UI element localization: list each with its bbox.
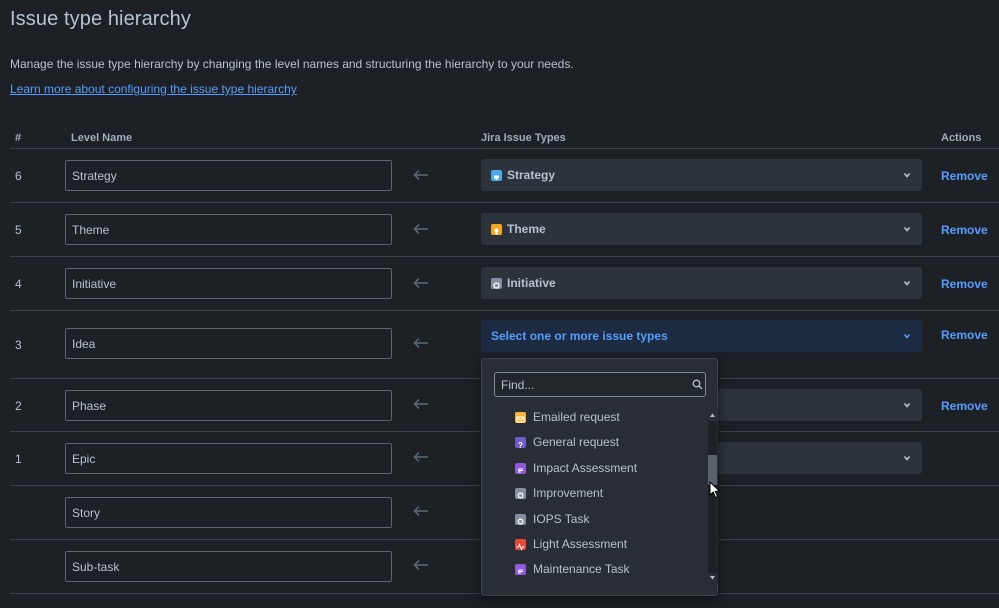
row-divider [719,485,999,486]
level-name-input[interactable] [65,160,392,191]
level-name-input[interactable] [65,443,392,474]
row-number: 4 [15,277,22,291]
theme-icon [491,223,502,235]
learn-more-link[interactable]: Learn more about configuring the issue t… [10,82,297,96]
mouse-cursor-icon [709,481,721,499]
maintenance-task-icon [515,563,526,575]
level-name-input[interactable] [65,328,392,359]
level-name-input[interactable] [65,551,392,582]
general-request-icon: ? [515,436,526,450]
arrow-left-icon [413,337,428,349]
impact-assessment-icon [515,462,526,474]
issue-type-select[interactable]: Initiative [481,267,922,299]
page-description: Manage the issue type hierarchy by chang… [10,57,574,71]
remove-button[interactable]: Remove [941,223,988,237]
level-name-input[interactable] [65,268,392,299]
level-name-input[interactable] [65,497,392,528]
row-divider [10,539,480,540]
header-number: # [15,132,22,144]
row-divider [10,485,480,486]
row-number: 3 [15,338,22,352]
arrow-left-icon [413,559,428,571]
dropdown-option[interactable]: Maintenance Task [515,559,630,579]
issue-type-select-open[interactable]: Select one or more issue types [481,320,922,352]
chevron-down-icon [903,402,911,408]
row-divider [10,593,480,594]
dropdown-option[interactable]: Impact Assessment [515,458,637,478]
row-divider [10,378,480,379]
row-divider [719,539,999,540]
header-level-name: Level Name [71,132,133,144]
scroll-down-arrow-icon[interactable] [708,573,717,583]
issue-type-select[interactable]: Theme [481,213,922,245]
row-divider [10,148,999,149]
chevron-down-icon [903,455,911,461]
row-divider [719,378,999,379]
row-number: 5 [15,223,22,237]
arrow-left-icon [413,451,428,463]
find-input[interactable] [494,372,706,397]
chevron-down-icon [903,172,911,178]
dropdown-option[interactable]: IOPS Task [515,509,589,529]
selected-issue-type: Initiative [507,276,556,290]
iops-task-icon [515,513,526,525]
row-number: 6 [15,169,22,183]
dropdown-option[interactable]: Improvement [515,483,603,503]
row-divider [10,431,480,432]
search-icon [692,379,703,390]
arrow-left-icon [413,505,428,517]
initiative-icon [491,277,502,289]
row-divider [10,256,999,257]
header-issue-types: Jira Issue Types [481,132,566,144]
arrow-left-icon [413,223,428,235]
row-divider [10,202,999,203]
chevron-down-icon [903,333,911,339]
remove-button[interactable]: Remove [941,277,988,291]
dropdown-option[interactable]: Emailed request [515,407,620,427]
selected-issue-type: Theme [507,222,546,236]
scroll-up-arrow-icon[interactable] [708,410,717,420]
issue-type-select[interactable]: Strategy [481,159,922,191]
arrow-left-icon [413,169,428,181]
header-actions: Actions [941,132,982,144]
selected-issue-type: Strategy [507,168,556,182]
chevron-down-icon [903,226,911,232]
row-divider [719,431,999,432]
strategy-icon [491,169,502,181]
remove-button[interactable]: Remove [941,169,988,183]
chevron-down-icon [903,280,911,286]
dropdown-option[interactable]: Light Assessment [515,534,627,554]
dropdown-option[interactable]: ? General request [515,432,619,452]
page-title: Issue type hierarchy [10,8,191,30]
issue-type-dropdown: Emailed request ? General request Impact… [481,358,718,596]
level-name-input[interactable] [65,214,392,245]
row-number: 1 [15,452,22,466]
level-name-input[interactable] [65,390,392,421]
select-placeholder: Select one or more issue types [491,329,668,343]
remove-button[interactable]: Remove [941,399,988,413]
remove-button[interactable]: Remove [941,328,988,342]
row-number: 2 [15,399,22,413]
arrow-left-icon [413,277,428,289]
arrow-left-icon [413,398,428,410]
svg-text:?: ? [518,441,523,450]
light-assessment-icon [515,538,526,551]
improvement-icon [515,487,526,499]
row-divider [719,593,999,594]
row-divider [10,310,999,311]
emailed-request-icon [515,411,526,423]
